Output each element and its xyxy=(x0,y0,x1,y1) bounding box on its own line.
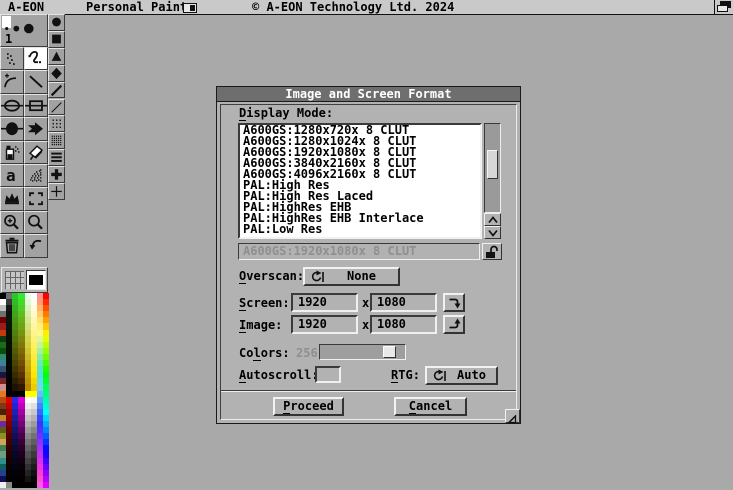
current-color-indicator[interactable] xyxy=(1,267,48,293)
unlock-icon xyxy=(483,244,501,263)
rtg-label: RTG: xyxy=(391,369,420,382)
spray-can-tool[interactable] xyxy=(0,141,24,164)
curve-tool[interactable] xyxy=(0,70,24,93)
image-width-field[interactable]: 1920 xyxy=(291,315,358,334)
menu-bar: A-EON Personal Paint © A-EON Technology … xyxy=(0,0,733,15)
colors-slider-knob[interactable] xyxy=(383,346,396,358)
menu-app-name[interactable]: A-EON xyxy=(8,0,44,14)
screen-height-field[interactable]: 1080 xyxy=(370,293,437,312)
thick-line-shape[interactable] xyxy=(48,82,65,99)
dense-grid-pattern[interactable] xyxy=(48,132,65,149)
filled-diamond-shape[interactable] xyxy=(48,65,65,82)
undo-tool[interactable] xyxy=(24,234,48,257)
brush-number: 1 xyxy=(5,33,12,46)
filled-circle-shape[interactable] xyxy=(48,14,65,31)
resize-corner-icon xyxy=(506,410,519,429)
foreground-color-swatch xyxy=(29,275,43,285)
scroll-up-button[interactable] xyxy=(484,213,501,226)
rtg-cycle[interactable]: Auto xyxy=(425,366,498,385)
button-divider xyxy=(221,390,516,392)
image-times: x xyxy=(362,319,369,332)
filled-square-shape[interactable] xyxy=(48,31,65,48)
overscan-label: Overscan: xyxy=(239,270,304,283)
screen-depth-gadget[interactable] xyxy=(714,0,733,14)
autoscroll-checkbox[interactable] xyxy=(315,366,341,383)
color-well xyxy=(26,270,46,290)
resize-gadget[interactable] xyxy=(505,409,520,423)
cycle-icon xyxy=(430,369,447,383)
rtg-value: Auto xyxy=(447,368,496,383)
tool-palette: 1 a xyxy=(0,14,66,262)
thin-line-shape[interactable] xyxy=(48,99,65,116)
autoscroll-label: Autoscroll: xyxy=(239,369,319,382)
fill-tool[interactable] xyxy=(24,141,48,164)
display-mode-list[interactable]: A600GS:1280x720x 8 CLUTA600GS:1280x1024x… xyxy=(238,123,482,239)
polygon-tool[interactable] xyxy=(24,117,48,140)
trash-tool[interactable] xyxy=(0,234,24,257)
colors-value: 256 xyxy=(296,347,318,360)
continuous-freehand-tool[interactable] xyxy=(24,47,48,70)
image-height-field[interactable]: 1080 xyxy=(370,315,437,334)
dotted-freehand-tool[interactable] xyxy=(0,47,24,70)
image-screen-format-dialog: Image and Screen Format Display Mode: A6… xyxy=(216,86,521,424)
outline-plus-shape[interactable] xyxy=(48,183,65,200)
brush-size-selector[interactable]: 1 xyxy=(0,14,48,47)
colors-slider[interactable] xyxy=(319,344,406,360)
transparent-pattern-swatch xyxy=(5,271,24,289)
scrollbar-thumb[interactable] xyxy=(487,150,498,179)
display-mode-item[interactable]: PAL:Low Res xyxy=(240,224,480,235)
cancel-button[interactable]: Cancel xyxy=(394,397,467,416)
rectangle-tool[interactable] xyxy=(24,94,48,117)
magnify-tool[interactable] xyxy=(24,211,48,234)
selected-mode-field[interactable]: A600GS:1920x1080x 8 CLUT xyxy=(238,243,480,260)
brush-crown-tool[interactable] xyxy=(0,187,24,210)
sparse-grid-pattern[interactable] xyxy=(48,115,65,132)
dialog-title[interactable]: Image and Screen Format xyxy=(217,87,520,102)
select-frame-tool[interactable] xyxy=(24,187,48,210)
display-mode-scrollbar xyxy=(484,123,501,239)
image-label: Image: xyxy=(239,319,282,332)
scrollbar-track[interactable] xyxy=(484,123,501,213)
copy-image-to-screen-button[interactable] xyxy=(443,315,465,334)
menu-title[interactable]: Personal Paint xyxy=(86,0,187,14)
scroll-down-button[interactable] xyxy=(484,226,501,239)
screen-width-field[interactable]: 1920 xyxy=(291,293,358,312)
line-tool[interactable] xyxy=(24,70,48,93)
menu-copyright: © A-EON Technology Ltd. 2024 xyxy=(252,0,454,14)
overscan-cycle[interactable]: None xyxy=(303,267,400,286)
text-tool[interactable]: a xyxy=(0,164,24,187)
overscan-value: None xyxy=(325,269,398,284)
screen-label: Screen: xyxy=(239,297,290,310)
colors-label: Colors: xyxy=(239,347,290,360)
hlines-pattern[interactable] xyxy=(48,149,65,166)
svg-text:a: a xyxy=(6,166,16,185)
window-menu-icon xyxy=(183,2,197,12)
cycle-icon xyxy=(308,270,325,284)
copy-screen-to-image-button[interactable] xyxy=(443,293,465,312)
ellipse-tool[interactable] xyxy=(0,94,24,117)
airbrush-tool[interactable] xyxy=(24,164,48,187)
filled-triangle-shape[interactable] xyxy=(48,48,65,65)
filled-ellipse-tool[interactable] xyxy=(0,117,24,140)
magnify-plus-tool[interactable] xyxy=(0,211,24,234)
display-mode-label: Display Mode: xyxy=(239,107,333,120)
filled-plus-shape[interactable] xyxy=(48,166,65,183)
color-palette xyxy=(0,293,49,488)
screen-times: x xyxy=(362,297,369,310)
palette-color[interactable] xyxy=(43,482,49,488)
lock-button[interactable] xyxy=(482,243,502,260)
proceed-button[interactable]: Proceed xyxy=(273,397,344,416)
